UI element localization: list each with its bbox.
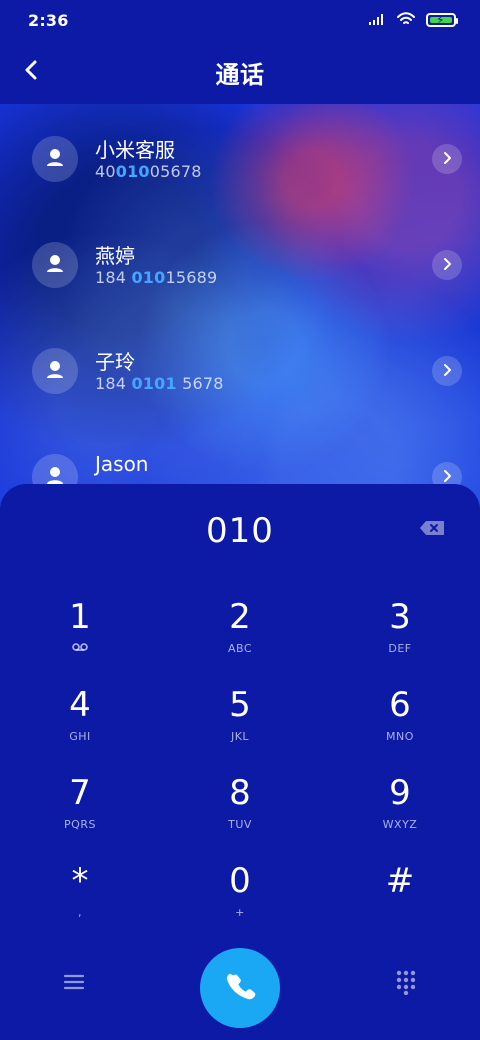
dialer-panel: 010 1 2 ABC 3 DEF 4 GHI 5 JKL 6 MNO 7 PQ… [0, 484, 480, 1040]
avatar [32, 348, 78, 394]
key-digit: 2 [229, 597, 251, 637]
key-letters: WXYZ [382, 818, 418, 831]
contact-detail-button[interactable] [432, 356, 462, 386]
key-digit: 3 [389, 597, 411, 637]
key-digit: 7 [69, 773, 91, 813]
key-digit: * [71, 861, 89, 901]
menu-button[interactable] [54, 964, 94, 1004]
battery-icon: ⚡ [426, 13, 458, 27]
contact-detail-button[interactable] [432, 144, 462, 174]
key-letters: JKL [230, 730, 250, 743]
contact-number: 184 01015689 [95, 268, 217, 287]
chevron-right-icon [440, 362, 454, 381]
person-icon [42, 250, 68, 280]
dial-key-hash[interactable]: # [340, 864, 460, 940]
number-part: 184 [95, 374, 132, 393]
number-part: 184 [95, 268, 132, 287]
contact-list: 小米客服 4001005678 燕婷 184 01015689 子玲 184 0… [0, 104, 480, 524]
dial-key-6[interactable]: 6 MNO [340, 688, 460, 764]
key-digit: 4 [69, 685, 91, 725]
key-letters: DEF [388, 642, 412, 655]
number-part: 5678 [176, 374, 224, 393]
status-time: 2:36 [28, 10, 69, 30]
dialed-number: 010 [206, 511, 274, 551]
dial-key-1[interactable]: 1 [20, 600, 140, 676]
key-letters: PQRS [64, 818, 96, 831]
dialpad-icon [395, 969, 417, 999]
key-digit: # [385, 861, 415, 901]
phone-icon [223, 969, 257, 1007]
contact-item[interactable]: 小米客服 4001005678 [0, 104, 480, 210]
backspace-button[interactable] [414, 518, 450, 542]
key-letters: , [78, 906, 82, 919]
status-icons: ⚡ [368, 11, 458, 30]
chevron-right-icon [440, 256, 454, 275]
key-digit: 1 [69, 597, 91, 637]
page-title: 通话 [215, 60, 265, 89]
avatar [32, 242, 78, 288]
chevron-right-icon [440, 150, 454, 169]
contact-item[interactable]: 子玲 184 0101 5678 [0, 316, 480, 422]
contact-name: 子玲 [95, 350, 135, 374]
dial-key-star[interactable]: * , [20, 864, 140, 940]
number-part: 40 [95, 162, 116, 181]
dial-key-9[interactable]: 9 WXYZ [340, 776, 460, 852]
status-bar: 2:36 ⚡ [0, 0, 480, 40]
dial-key-4[interactable]: 4 GHI [20, 688, 140, 764]
number-match-highlight: 010 [115, 162, 150, 181]
key-digit: 8 [229, 773, 251, 813]
chevron-left-icon [20, 58, 44, 86]
avatar [32, 136, 78, 182]
contact-item[interactable]: 燕婷 184 01015689 [0, 210, 480, 316]
top-app-bar: 通话 [0, 40, 480, 104]
key-digit: 5 [229, 685, 251, 725]
contact-detail-button[interactable] [432, 250, 462, 280]
key-letters: TUV [228, 818, 252, 831]
charging-bolt-icon: ⚡ [436, 13, 445, 27]
number-match-highlight: 010 [131, 268, 166, 287]
dialer-bottom-bar [0, 940, 480, 1040]
contact-name: Jason [95, 452, 149, 476]
dial-key-5[interactable]: 5 JKL [180, 688, 300, 764]
key-digit: 0 [229, 861, 251, 901]
key-letters: MNO [386, 730, 414, 743]
contact-name: 小米客服 [95, 138, 175, 162]
dial-key-7[interactable]: 7 PQRS [20, 776, 140, 852]
call-button[interactable] [200, 948, 280, 1028]
person-icon [42, 356, 68, 386]
dialpad-toggle-button[interactable] [386, 964, 426, 1004]
key-letters: + [235, 906, 245, 919]
back-button[interactable] [12, 52, 52, 92]
contact-name: 燕婷 [95, 244, 135, 268]
number-part: 05678 [149, 162, 202, 181]
menu-icon [63, 973, 85, 995]
signal-icon [368, 11, 386, 30]
key-letters: ABC [227, 642, 253, 655]
key-digit: 6 [389, 685, 411, 725]
dial-key-8[interactable]: 8 TUV [180, 776, 300, 852]
dial-key-3[interactable]: 3 DEF [340, 600, 460, 676]
backspace-icon [418, 519, 446, 541]
dial-key-0[interactable]: 0 + [180, 864, 300, 940]
contact-number: 184 0101 5678 [95, 374, 224, 393]
number-part: 15689 [165, 268, 218, 287]
number-match-highlight: 0101 [131, 374, 177, 393]
key-letters: GHI [69, 730, 91, 743]
wifi-icon [396, 11, 416, 30]
person-icon [42, 144, 68, 174]
contact-number: 4001005678 [95, 162, 202, 181]
dial-key-2[interactable]: 2 ABC [180, 600, 300, 676]
voicemail-icon [71, 642, 89, 655]
key-digit: 9 [389, 773, 411, 813]
